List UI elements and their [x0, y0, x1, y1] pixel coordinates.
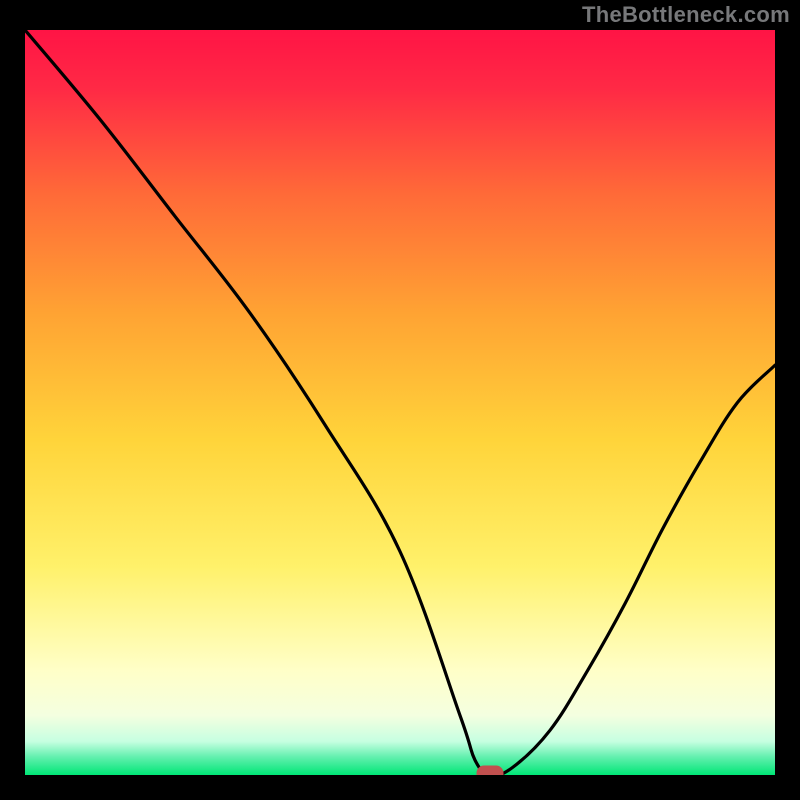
- bottleneck-chart: [0, 0, 800, 800]
- chart-container: TheBottleneck.com: [0, 0, 800, 800]
- plot-background: [25, 30, 775, 775]
- watermark-text: TheBottleneck.com: [582, 2, 790, 28]
- optimum-marker: [477, 766, 503, 782]
